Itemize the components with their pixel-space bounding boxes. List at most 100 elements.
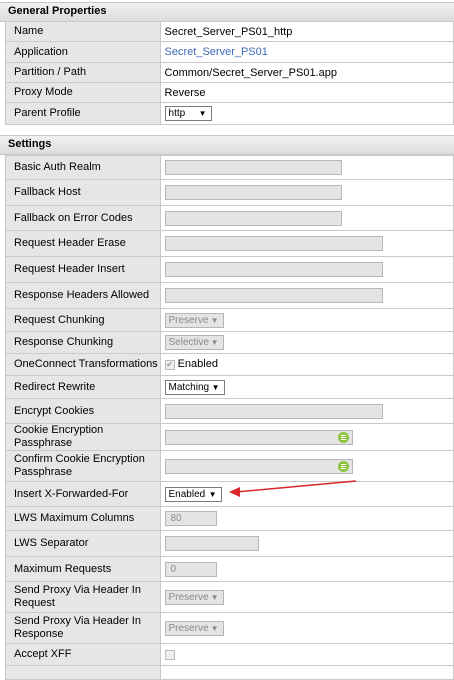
settings-table: Basic Auth Realm Fallback Host Fallback … [5,155,454,680]
accept-xff-checkbox[interactable] [164,649,175,660]
parent-profile-select-value: http [168,108,186,119]
name-value: Secret_Server_PS01_http [159,21,454,42]
response-chunking-select[interactable]: Selective ▼ [164,335,224,350]
max-requests-input[interactable]: 0 [164,561,217,577]
settings-title: Settings [8,138,52,150]
row-request-chunking: Request Chunking Preserve ▼ [5,308,454,332]
proxy-via-request-label: Send Proxy Via Header In Request [5,581,161,613]
redirect-rewrite-select-value: Matching [168,381,210,393]
response-chunking-select-value: Selective [168,337,210,348]
redirect-rewrite-select[interactable]: Matching ▼ [164,379,225,395]
max-requests-value: 0 [170,563,177,575]
insert-xff-select[interactable]: Enabled ▼ [164,486,222,502]
redirect-rewrite-label: Redirect Rewrite [5,375,161,399]
row-max-requests: Maximum Requests 0 [5,556,454,582]
name-label: Name [5,21,161,42]
max-requests-label: Maximum Requests [5,556,161,582]
request-chunking-select[interactable]: Preserve ▼ [164,312,224,328]
insert-xff-label: Insert X-Forwarded-For [5,481,161,507]
row-insert-xff: Insert X-Forwarded-For Enabled ▼ [5,481,454,507]
row-fallback-error-codes: Fallback on Error Codes [5,205,454,231]
row-partial [5,665,454,680]
chevron-down-icon: ▼ [208,489,217,499]
application-label: Application [5,41,161,63]
general-properties-title: General Properties [8,5,107,17]
chevron-down-icon: ▼ [210,315,219,325]
row-lws-max-columns: LWS Maximum Columns 80 [5,506,454,531]
response-chunking-label: Response Chunking [5,331,161,354]
partition-label: Partition / Path [5,62,161,83]
row-parent-profile: Parent Profile http ▼ [5,102,454,125]
lws-separator-input[interactable] [164,536,259,551]
lws-max-columns-label: LWS Maximum Columns [5,506,161,531]
fallback-error-codes-input[interactable] [164,210,342,226]
row-proxy-via-response: Send Proxy Via Header In Response Preser… [5,612,454,644]
lws-max-columns-input[interactable]: 80 [164,511,217,526]
password-generator-icon[interactable] [337,431,349,443]
proxy-via-response-select[interactable]: Preserve ▼ [164,620,224,636]
row-confirm-passphrase: Confirm Cookie Encryption Passphrase [5,450,454,482]
settings-header: Settings [0,135,454,155]
encrypt-cookies-input[interactable] [164,403,383,419]
fallback-host-label: Fallback Host [5,179,161,206]
encrypt-cookies-label: Encrypt Cookies [5,398,161,424]
row-lws-separator: LWS Separator [5,530,454,557]
chevron-down-icon: ▼ [210,623,219,633]
request-header-insert-input[interactable] [164,262,383,277]
response-headers-allowed-input[interactable] [164,288,383,303]
parent-profile-select[interactable]: http ▼ [164,106,212,121]
row-name: Name Secret_Server_PS01_http [5,21,454,42]
oneconnect-label: OneConnect Transformations [5,353,161,376]
accept-xff-label: Accept XFF [5,643,161,666]
parent-profile-label: Parent Profile [5,102,161,125]
proxy-via-request-select-value: Preserve [168,591,209,603]
lws-separator-label: LWS Separator [5,530,161,557]
general-properties-table: Name Secret_Server_PS01_http Application… [5,21,454,125]
row-application: Application Secret_Server_PS01 [5,41,454,63]
row-cookie-passphrase: Cookie Encryption Passphrase [5,423,454,451]
cookie-passphrase-input[interactable] [164,429,353,445]
general-properties-header: General Properties [0,2,454,22]
row-basic-auth-realm: Basic Auth Realm [5,155,454,180]
row-request-header-insert: Request Header Insert [5,256,454,283]
row-response-headers-allowed: Response Headers Allowed [5,282,454,309]
row-proxy-mode: Proxy Mode Reverse [5,82,454,103]
row-encrypt-cookies: Encrypt Cookies [5,398,454,424]
chevron-down-icon: ▼ [198,109,207,118]
proxy-mode-value: Reverse [159,82,454,103]
row-response-chunking: Response Chunking Selective ▼ [5,331,454,354]
response-headers-allowed-label: Response Headers Allowed [5,282,161,309]
request-chunking-select-value: Preserve [168,314,209,326]
chevron-down-icon: ▼ [211,382,220,392]
password-generator-icon[interactable] [337,460,349,472]
request-chunking-label: Request Chunking [5,308,161,332]
row-partition: Partition / Path Common/Secret_Server_PS… [5,62,454,83]
insert-xff-select-value: Enabled [168,488,206,500]
chevron-down-icon: ▼ [210,338,219,347]
oneconnect-value: Enabled [177,358,218,371]
row-oneconnect: OneConnect Transformations ✔ Enabled [5,353,454,376]
fallback-error-codes-label: Fallback on Error Codes [5,205,161,231]
lws-max-columns-value: 80 [170,513,182,524]
oneconnect-checkbox[interactable]: ✔ [164,359,175,370]
chevron-down-icon: ▼ [210,592,219,602]
fallback-host-input[interactable] [164,185,342,200]
proxy-via-response-select-value: Preserve [168,622,209,634]
request-header-erase-label: Request Header Erase [5,230,161,257]
proxy-mode-label: Proxy Mode [5,82,161,103]
request-header-insert-label: Request Header Insert [5,256,161,283]
row-redirect-rewrite: Redirect Rewrite Matching ▼ [5,375,454,399]
cookie-passphrase-label: Cookie Encryption Passphrase [5,423,161,451]
proxy-via-response-label: Send Proxy Via Header In Response [5,612,161,644]
partition-value: Common/Secret_Server_PS01.app [159,62,454,83]
proxy-via-request-select[interactable]: Preserve ▼ [164,589,224,605]
basic-auth-realm-label: Basic Auth Realm [5,155,161,180]
request-header-erase-input[interactable] [164,236,383,251]
application-link[interactable]: Secret_Server_PS01 [165,46,268,58]
row-request-header-erase: Request Header Erase [5,230,454,257]
confirm-passphrase-input[interactable] [164,458,353,474]
row-fallback-host: Fallback Host [5,179,454,206]
basic-auth-realm-input[interactable] [164,160,342,175]
row-proxy-via-request: Send Proxy Via Header In Request Preserv… [5,581,454,613]
row-accept-xff: Accept XFF [5,643,454,666]
